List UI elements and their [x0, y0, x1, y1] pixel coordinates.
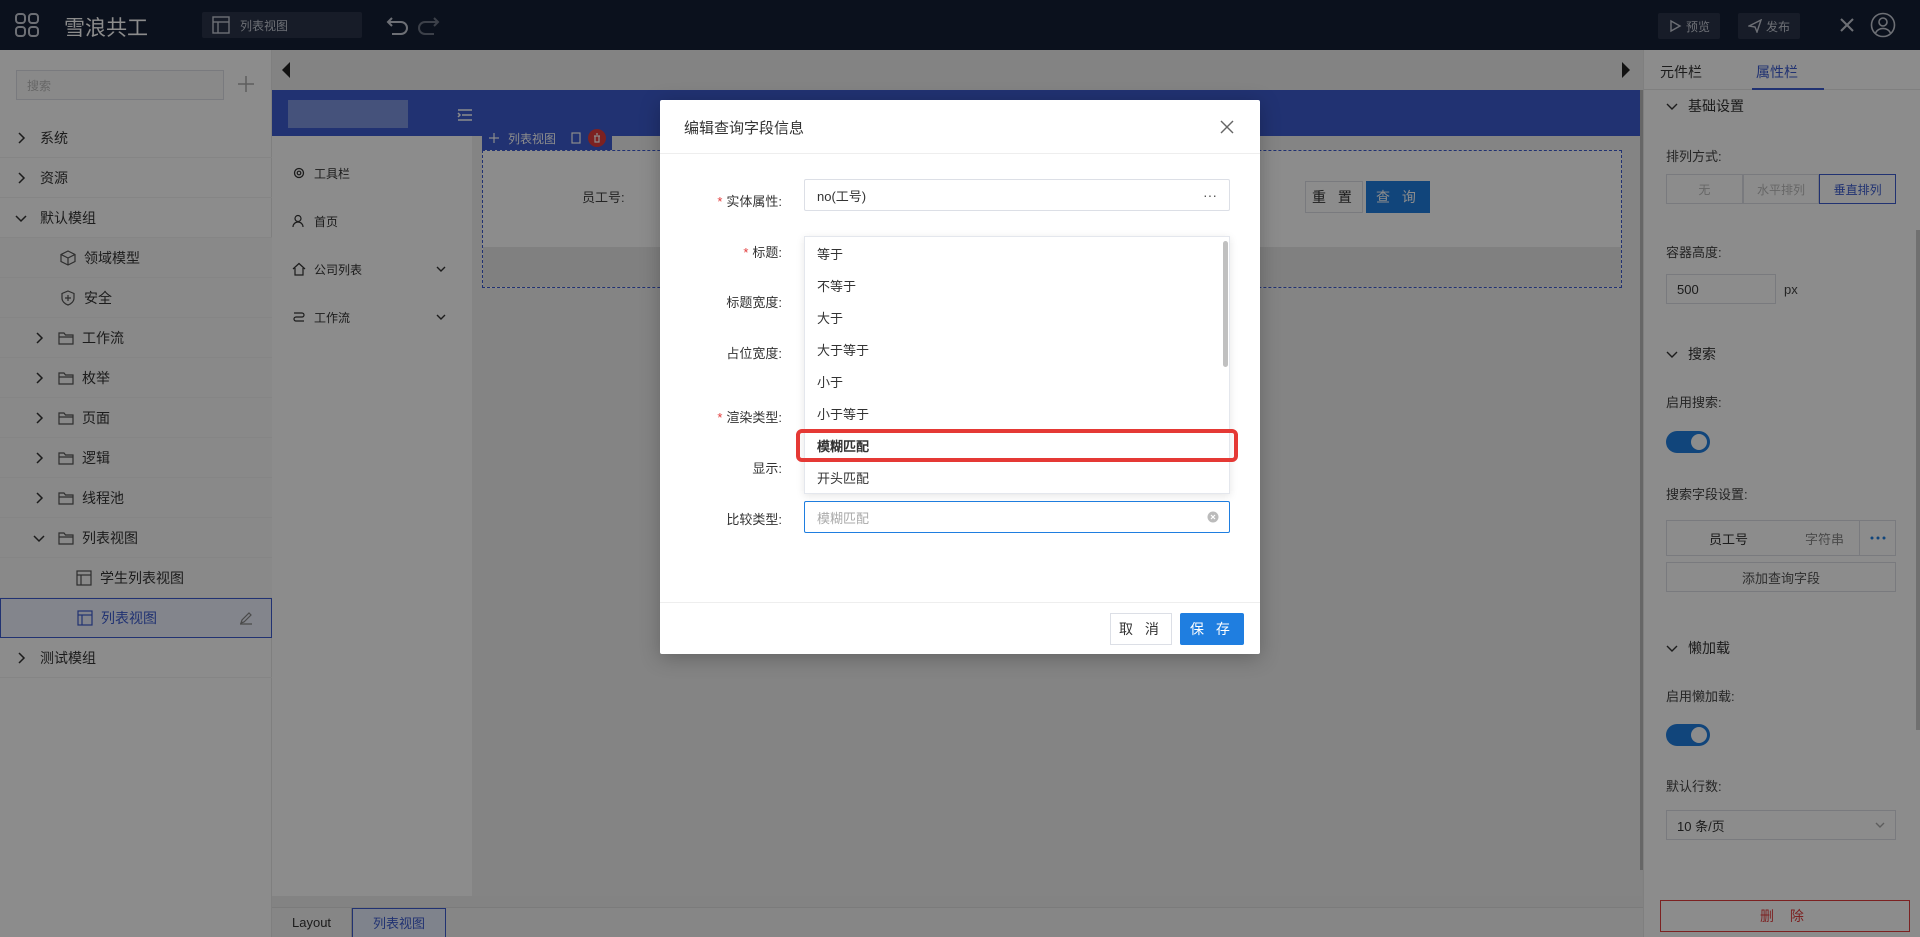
compare-type-label: 比较类型: — [726, 512, 782, 527]
dropdown-scrollbar[interactable] — [1223, 241, 1228, 367]
title-width-label: 标题宽度: — [726, 295, 782, 310]
save-button[interactable]: 保 存 — [1180, 613, 1244, 645]
option-greater-equal[interactable]: 大于等于 — [805, 333, 1225, 365]
close-icon[interactable] — [1218, 118, 1236, 136]
entity-label: * 实体属性: — [717, 194, 782, 209]
option-not-equal[interactable]: 不等于 — [805, 269, 1225, 301]
highlight-annotation — [796, 429, 1238, 462]
entity-input[interactable]: no(工号) ··· — [804, 179, 1230, 211]
placeholder-width-label: 占位宽度: — [726, 346, 782, 361]
option-prefix-match[interactable]: 开头匹配 — [805, 461, 1225, 493]
option-greater[interactable]: 大于 — [805, 301, 1225, 333]
option-less[interactable]: 小于 — [805, 365, 1225, 397]
display-label: 显示: — [752, 461, 782, 476]
render-type-label: * 渲染类型: — [717, 410, 782, 425]
option-less-equal[interactable]: 小于等于 — [805, 397, 1225, 429]
clear-icon[interactable] — [1207, 511, 1219, 523]
option-equal[interactable]: 等于 — [805, 237, 1225, 269]
compare-type-select[interactable]: 模糊匹配 — [804, 501, 1230, 533]
compare-type-placeholder: 模糊匹配 — [817, 510, 870, 526]
entity-picker-more-icon[interactable]: ··· — [1203, 187, 1217, 203]
cancel-button[interactable]: 取 消 — [1110, 613, 1172, 645]
dialog-header: 编辑查询字段信息 — [660, 100, 1260, 154]
title-label: * 标题: — [743, 245, 782, 260]
entity-value: no(工号) — [817, 188, 867, 204]
dialog-footer-divider — [660, 602, 1260, 603]
dialog-title: 编辑查询字段信息 — [684, 120, 805, 137]
